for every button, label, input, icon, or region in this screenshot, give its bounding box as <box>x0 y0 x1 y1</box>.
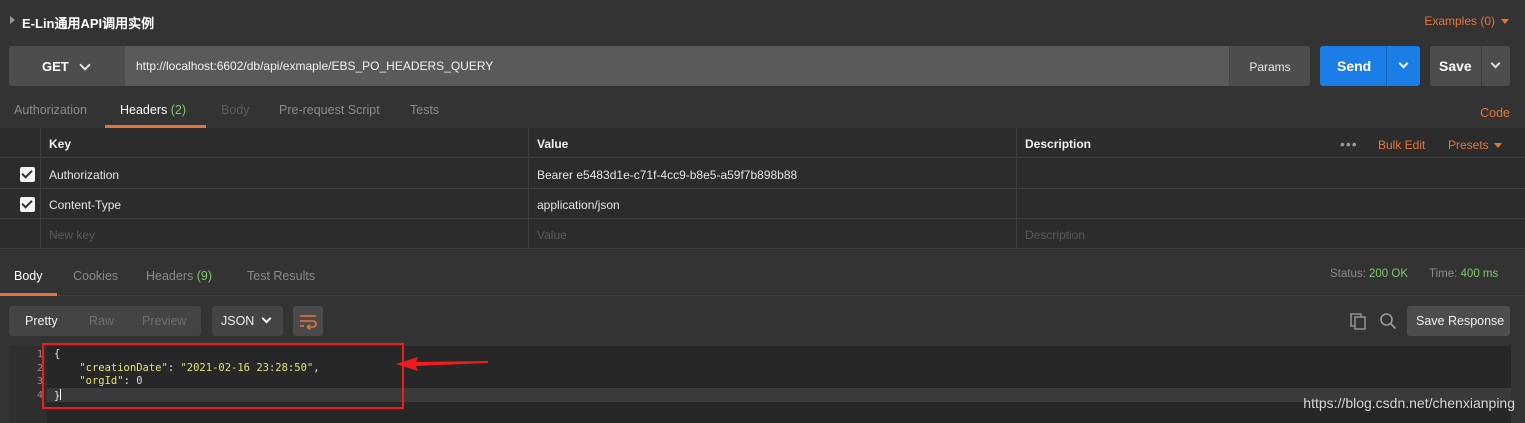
presets-label: Presets <box>1448 138 1489 152</box>
request-title[interactable]: E-Lin通用API调用实例 <box>22 13 154 32</box>
chevron-down-icon[interactable] <box>1398 58 1409 69</box>
wrap-lines-button[interactable] <box>293 306 323 336</box>
new-description-input[interactable]: Description <box>1016 219 1525 249</box>
header-description-cell[interactable] <box>1016 159 1525 189</box>
headers-table: Key Value Description ••• Bulk Edit Pres… <box>0 128 1525 250</box>
annotation-highlight-box <box>42 343 404 409</box>
format-selector[interactable]: JSON <box>212 306 283 336</box>
response-tabs: Body Cookies Headers (9) Test Results St… <box>0 262 1525 296</box>
watermark: https://blog.csdn.net/chenxianping <box>1303 395 1515 411</box>
tab-headers[interactable]: Headers (2) <box>120 103 186 117</box>
new-value-input[interactable]: Value <box>528 219 1016 249</box>
caret-down-icon <box>1493 143 1502 148</box>
method-selector[interactable]: GET <box>9 46 125 86</box>
send-button[interactable]: Send <box>1320 46 1420 86</box>
view-mode-toggle: Pretty Raw Preview <box>9 306 201 336</box>
url-input[interactable]: http://localhost:6602/db/api/exmaple/EBS… <box>125 46 1229 86</box>
caret-down-icon <box>1501 19 1509 24</box>
save-response-button[interactable]: Save Response <box>1407 306 1510 336</box>
code-link[interactable]: Code <box>1480 106 1510 120</box>
search-icon[interactable] <box>1379 312 1397 330</box>
wrap-lines-icon <box>300 315 317 331</box>
header-key-cell[interactable]: Authorization <box>40 159 528 189</box>
save-divider <box>1481 46 1482 86</box>
status-label: Status: <box>1330 268 1366 280</box>
column-header-value: Value <box>528 128 1016 158</box>
header-value-cell[interactable]: Bearer e5483d1e-c71f-4cc9-b8e5-a59f7b898… <box>528 159 1016 189</box>
copy-icon[interactable] <box>1350 313 1366 330</box>
send-label: Send <box>1337 58 1372 74</box>
active-tab-indicator <box>0 293 57 296</box>
send-divider <box>1386 46 1387 86</box>
time-readout: Time: 400 ms <box>1429 268 1498 280</box>
response-headers-count-badge: (9) <box>196 269 213 283</box>
table-header-row: Key Value Description ••• Bulk Edit Pres… <box>0 128 1525 158</box>
save-button[interactable]: Save <box>1430 46 1510 86</box>
time-value: 400 ms <box>1460 268 1499 280</box>
method-label: GET <box>42 59 69 74</box>
new-key-input[interactable]: New key <box>40 219 528 249</box>
table-row: Content-Type application/json <box>0 189 1525 219</box>
annotation-arrow-icon <box>396 357 488 371</box>
more-options-icon[interactable]: ••• <box>1340 136 1358 152</box>
tab-headers-label: Headers <box>120 103 168 117</box>
pretty-button[interactable]: Pretty <box>25 314 58 328</box>
table-row: Authorization Bearer e5483d1e-c71f-4cc9-… <box>0 159 1525 189</box>
status-value: 200 OK <box>1369 268 1409 280</box>
expand-caret-icon[interactable] <box>10 16 15 24</box>
tab-response-headers[interactable]: Headers (9) <box>146 269 212 283</box>
tab-test-results[interactable]: Test Results <box>247 269 315 283</box>
examples-label: Examples (0) <box>1424 14 1495 28</box>
bulk-edit-link[interactable]: Bulk Edit <box>1378 138 1425 152</box>
params-button[interactable]: Params <box>1229 46 1310 86</box>
table-row-new: New key Value Description <box>0 219 1525 249</box>
tab-tests[interactable]: Tests <box>410 103 439 117</box>
tab-response-body[interactable]: Body <box>14 269 43 283</box>
tab-authorization[interactable]: Authorization <box>14 103 87 117</box>
header-enabled-checkbox[interactable] <box>20 197 35 212</box>
format-label: JSON <box>221 314 255 328</box>
header-value-cell[interactable]: application/json <box>528 189 1016 219</box>
tab-response-headers-label: Headers <box>146 269 194 283</box>
raw-button[interactable]: Raw <box>89 314 114 328</box>
chevron-down-icon <box>261 313 272 324</box>
chevron-down-icon[interactable] <box>1490 58 1501 69</box>
time-label: Time: <box>1429 268 1458 280</box>
presets-dropdown[interactable]: Presets <box>1448 138 1502 152</box>
preview-button[interactable]: Preview <box>142 314 186 328</box>
save-label: Save <box>1439 58 1472 74</box>
header-enabled-checkbox[interactable] <box>20 167 35 182</box>
chevron-down-icon <box>79 59 91 71</box>
request-tabs: Authorization Headers (2) Body Pre-reque… <box>0 96 1525 128</box>
headers-count-badge: (2) <box>170 103 187 117</box>
column-header-key: Key <box>40 128 528 158</box>
collection-title-bar: E-Lin通用API调用实例 Examples (0) <box>0 0 1525 42</box>
tab-pre-request-script[interactable]: Pre-request Script <box>279 103 380 117</box>
tab-cookies[interactable]: Cookies <box>73 269 118 283</box>
status-readout: Status: 200 OK <box>1330 268 1408 280</box>
header-description-cell[interactable] <box>1016 189 1525 219</box>
tab-body[interactable]: Body <box>221 103 250 117</box>
examples-dropdown[interactable]: Examples (0) <box>1424 14 1509 28</box>
header-key-cell[interactable]: Content-Type <box>40 189 528 219</box>
